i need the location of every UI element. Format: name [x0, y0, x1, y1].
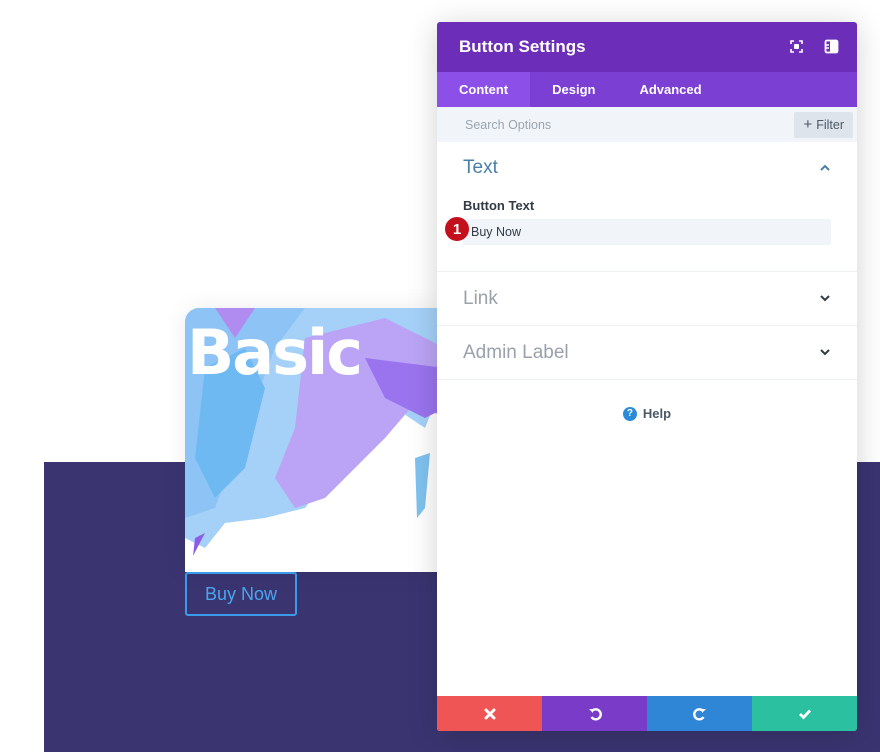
search-row: + Filter	[437, 107, 857, 142]
undo-button[interactable]	[542, 696, 647, 731]
buy-now-button[interactable]: Buy Now	[185, 572, 297, 616]
button-settings-panel: Button Settings Content Design Advanced …	[437, 22, 857, 731]
section-link-toggle[interactable]: Link	[437, 272, 857, 325]
undo-icon	[588, 707, 602, 721]
close-icon	[484, 708, 495, 719]
section-text-toggle[interactable]: Text	[437, 142, 857, 194]
filter-label: Filter	[816, 117, 844, 132]
section-admin-label-toggle[interactable]: Admin Label	[437, 326, 857, 379]
pricing-card-image: Basic	[185, 308, 445, 572]
redo-icon	[692, 707, 706, 721]
section-text-title: Text	[463, 157, 498, 178]
button-text-label: Button Text	[463, 198, 535, 213]
save-button[interactable]	[752, 696, 857, 731]
tab-design[interactable]: Design	[530, 72, 617, 107]
tab-content[interactable]: Content	[437, 72, 531, 107]
tab-advanced[interactable]: Advanced	[617, 72, 723, 107]
search-options-input[interactable]	[463, 116, 795, 133]
section-link-title: Link	[463, 287, 498, 309]
panel-title: Button Settings	[459, 37, 586, 56]
fullscreen-icon[interactable]	[789, 39, 804, 54]
chevron-down-icon	[820, 349, 830, 356]
split-view-icon[interactable]	[824, 39, 839, 54]
filter-button[interactable]: + Filter	[794, 111, 853, 138]
plus-icon: +	[803, 116, 813, 133]
help-link[interactable]: ? Help	[437, 406, 857, 421]
help-label: Help	[642, 406, 672, 421]
tab-bar: Content Design Advanced	[437, 72, 857, 107]
button-text-input[interactable]	[463, 219, 831, 245]
chevron-down-icon	[820, 295, 830, 302]
check-icon	[798, 709, 811, 720]
cancel-button[interactable]	[437, 696, 542, 731]
section-admin-label: Admin Label	[437, 326, 857, 380]
card-title: Basic	[187, 316, 363, 389]
section-admin-label-title: Admin Label	[463, 341, 569, 363]
section-link: Link	[437, 272, 857, 326]
chevron-up-icon	[820, 164, 830, 171]
help-icon: ?	[622, 406, 637, 421]
step-badge: 1	[445, 217, 469, 241]
panel-footer	[437, 696, 857, 731]
redo-button[interactable]	[647, 696, 752, 731]
panel-header: Button Settings	[437, 22, 857, 72]
section-text: Text Button Text 1	[437, 142, 857, 272]
